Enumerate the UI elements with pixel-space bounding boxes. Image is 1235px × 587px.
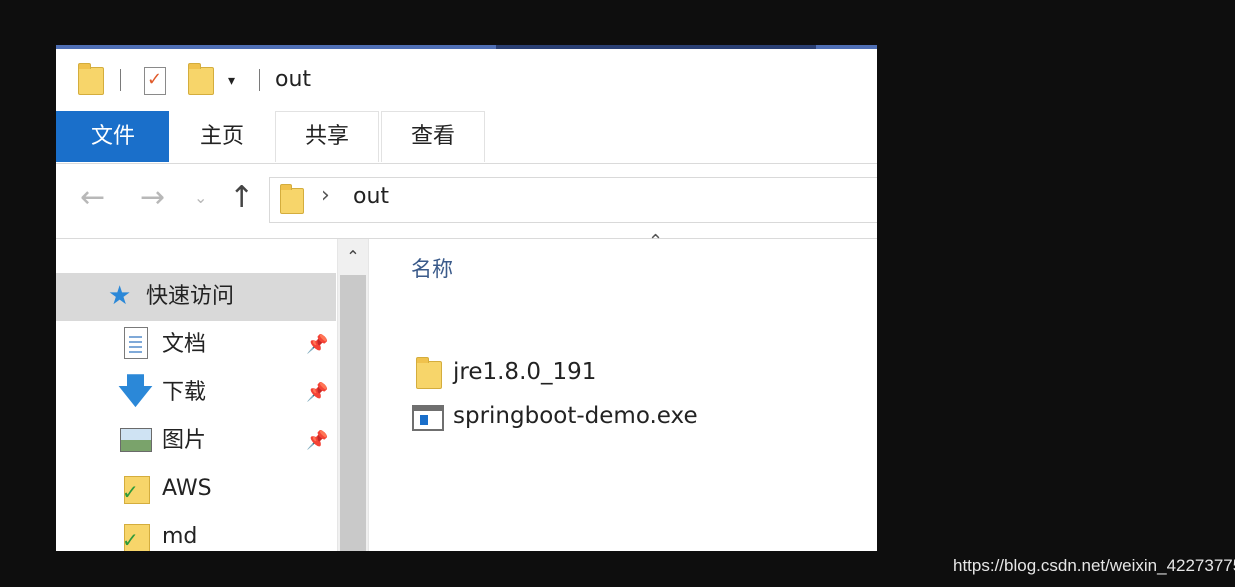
watermark-text: https://blog.csdn.net/weixin_42273775: [953, 556, 1235, 575]
file-list: ⌃ 名称 jre1.8.0_191 springboot-demo.exe: [370, 231, 877, 551]
list-item[interactable]: jre1.8.0_191: [412, 353, 852, 393]
navigation-pane: ★ 快速访问 文档 📌 🡇 下载 📌 图片 📌 ✓ AWS ✓ md ⌃: [56, 239, 369, 551]
nav-item-md[interactable]: ✓ md: [56, 513, 336, 551]
synced-folder-icon: ✓: [122, 522, 150, 551]
nav-item-label: 快速访问: [146, 284, 235, 309]
nav-item-label: 文档: [162, 332, 207, 357]
nav-item-label: AWS: [162, 476, 212, 501]
quick-access-toolbar-dropdown-icon[interactable]: ▾: [228, 73, 235, 89]
nav-item-documents[interactable]: 文档 📌: [56, 321, 336, 369]
nav-item-pictures[interactable]: 图片 📌: [56, 417, 336, 465]
breadcrumb-current[interactable]: out: [353, 184, 389, 209]
address-toolbar: ← → ⌄ ↑ › out: [56, 164, 877, 239]
nav-item-label: md: [162, 524, 198, 549]
forward-arrow-icon[interactable]: →: [140, 178, 165, 218]
scroll-up-arrow-icon[interactable]: ⌃: [338, 241, 368, 273]
ribbon-tabs: 文件 主页 共享 查看: [56, 109, 877, 164]
tab-home[interactable]: 主页: [169, 111, 275, 162]
file-explorer-window: ✓ ▾ out 文件 主页 共享 查看 ← → ⌄ ↑ › out ★ 快速访问…: [56, 45, 877, 551]
folder-icon: [416, 357, 442, 389]
recent-locations-chevron-icon[interactable]: ⌄: [194, 178, 207, 218]
tab-share[interactable]: 共享: [275, 111, 379, 162]
download-icon: 🡇: [118, 371, 153, 411]
pin-icon[interactable]: 📌: [306, 429, 328, 453]
new-folder-icon[interactable]: [188, 63, 214, 95]
navigation-scrollbar[interactable]: ⌃: [337, 239, 369, 551]
address-bar[interactable]: › out: [269, 177, 877, 223]
exe-icon: [412, 405, 444, 431]
nav-item-label: 图片: [162, 428, 207, 453]
file-name: springboot-demo.exe: [453, 403, 698, 429]
document-icon: [124, 327, 148, 359]
list-item[interactable]: springboot-demo.exe: [412, 397, 852, 437]
tab-view[interactable]: 查看: [381, 111, 485, 162]
star-icon: ★: [108, 281, 132, 311]
scroll-thumb[interactable]: [340, 275, 366, 551]
pin-icon[interactable]: 📌: [306, 333, 328, 357]
folder-icon: [280, 184, 304, 214]
breadcrumb-chevron-icon[interactable]: ›: [321, 183, 330, 208]
properties-icon[interactable]: ✓: [144, 67, 166, 95]
column-header-name[interactable]: 名称: [411, 253, 453, 283]
picture-icon: [120, 428, 152, 452]
nav-item-quick-access[interactable]: ★ 快速访问: [56, 273, 336, 321]
separator: [120, 69, 121, 91]
pin-icon[interactable]: 📌: [306, 381, 328, 405]
title-bar: ✓ ▾ out: [56, 49, 877, 109]
nav-item-aws[interactable]: ✓ AWS: [56, 465, 336, 513]
window-title: out: [275, 67, 312, 92]
sort-ascending-icon: ⌃: [648, 231, 664, 252]
folder-icon: [78, 63, 104, 95]
back-arrow-icon[interactable]: ←: [80, 178, 105, 218]
nav-item-downloads[interactable]: 🡇 下载 📌: [56, 369, 336, 417]
file-name: jre1.8.0_191: [453, 359, 597, 385]
synced-folder-icon: ✓: [122, 474, 150, 504]
separator: [259, 69, 260, 91]
nav-item-label: 下载: [162, 380, 207, 405]
up-arrow-icon[interactable]: ↑: [229, 178, 254, 218]
tab-file[interactable]: 文件: [56, 111, 170, 162]
